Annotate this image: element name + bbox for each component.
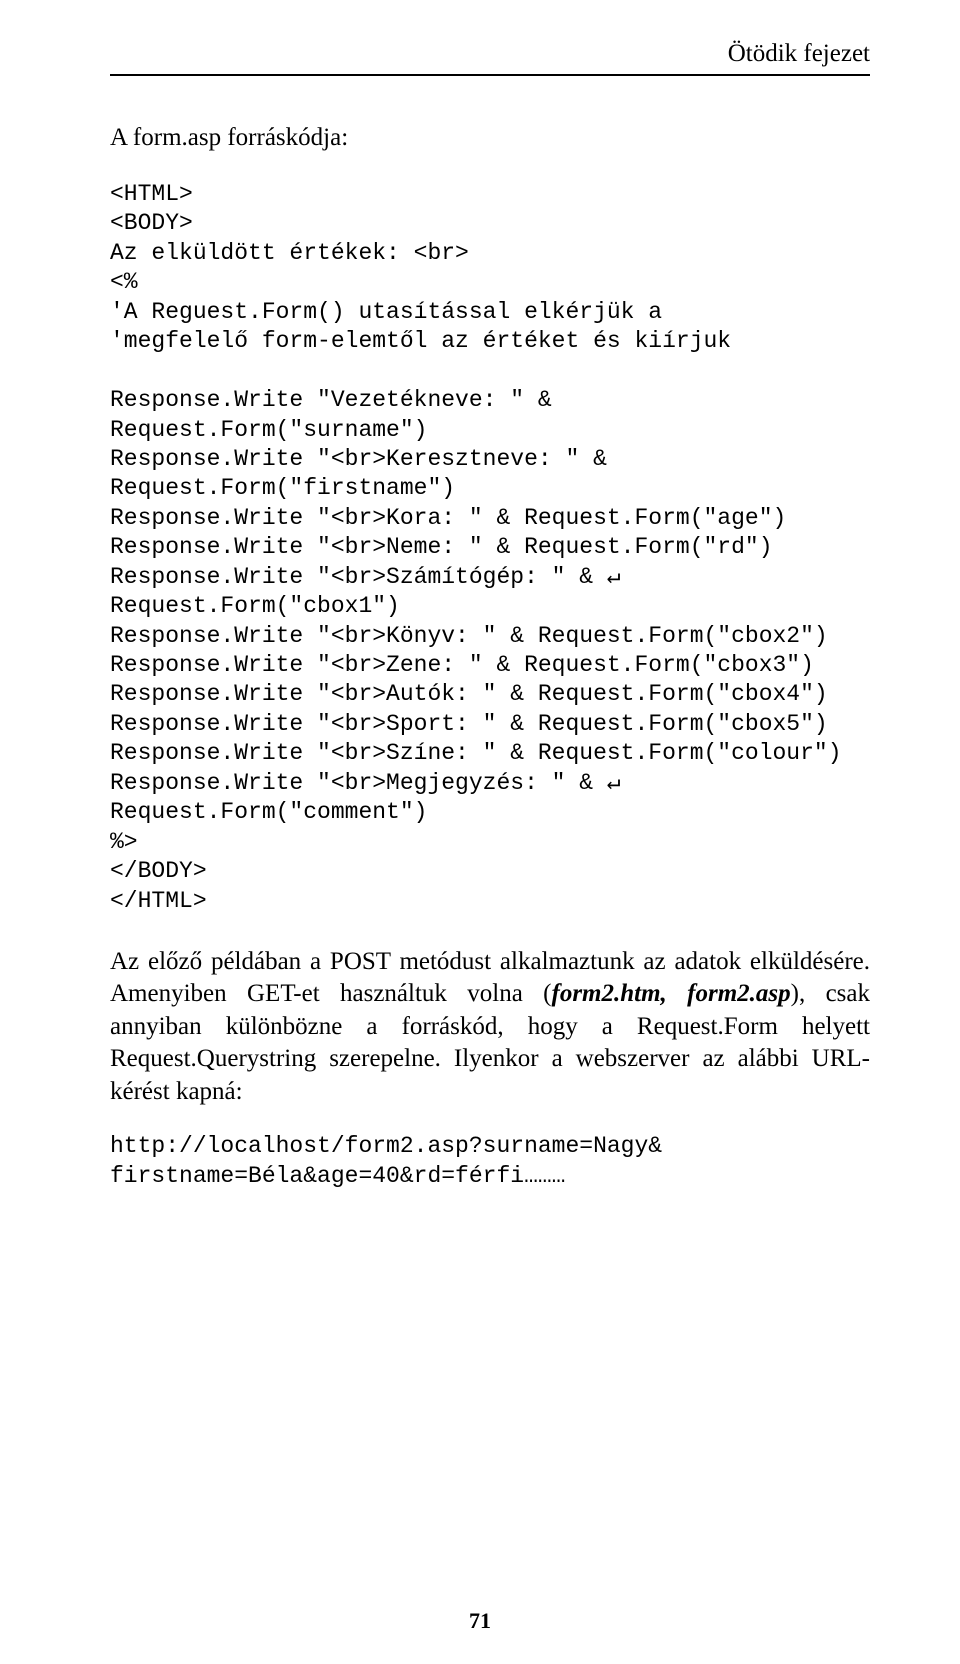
page-number: 71 <box>0 1608 960 1634</box>
url-example: http://localhost/form2.asp?surname=Nagy&… <box>110 1132 870 1191</box>
paragraph-italic: form2.htm, form2.asp <box>552 980 791 1007</box>
chapter-title: Ötödik fejezet <box>728 40 870 67</box>
page-header: Ötödik fejezet <box>110 40 870 76</box>
paragraph: Az előző példában a POST metódust alkalm… <box>110 946 870 1109</box>
code-listing: <HTML> <BODY> Az elküldött értékek: <br>… <box>110 180 870 916</box>
section-title: A form.asp forráskódja: <box>110 124 870 152</box>
